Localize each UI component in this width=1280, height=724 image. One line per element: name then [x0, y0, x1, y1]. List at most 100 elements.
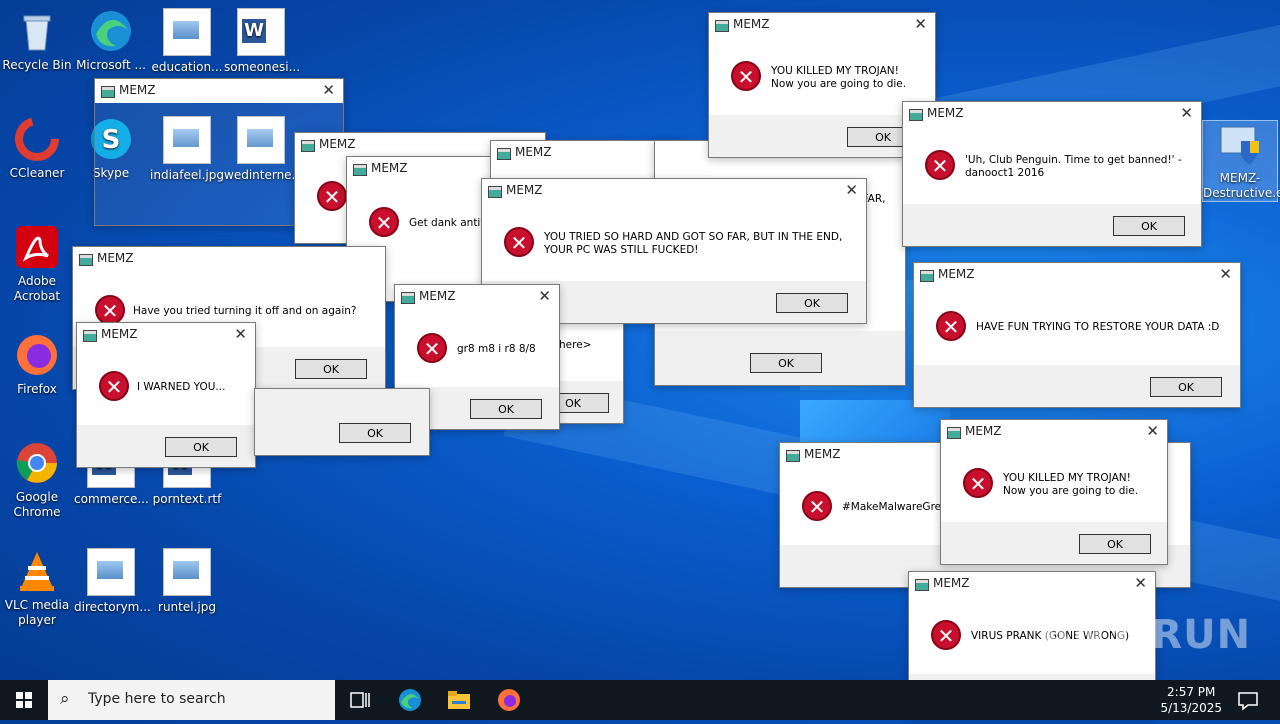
close-icon[interactable]: ✕: [1180, 104, 1193, 122]
ok-button[interactable]: OK: [1079, 534, 1151, 554]
close-icon[interactable]: ✕: [845, 181, 858, 199]
desktop-icon-label: runtel.jpg: [158, 600, 216, 614]
ok-button[interactable]: OK: [295, 359, 367, 379]
desktop-icon-someonesi[interactable]: W someonesi...: [224, 8, 301, 75]
memz-dialog[interactable]: MEMZ ✕ ✕ 'Uh, Club Penguin. Time to get …: [902, 101, 1202, 247]
close-icon[interactable]: ✕: [1146, 422, 1159, 440]
dialog-message: gr8 m8 i r8 8/8: [457, 343, 536, 355]
search-icon: ⌕: [60, 689, 70, 709]
dialog-title: MEMZ: [938, 267, 975, 281]
ok-button[interactable]: OK: [750, 353, 822, 373]
memz-dialog[interactable]: MEMZ ✕ ✕ I WARNED YOU... OK: [76, 322, 256, 468]
memz-app-icon: [497, 148, 511, 160]
ok-button[interactable]: OK: [776, 293, 848, 313]
desktop-icon-vlc[interactable]: VLC media player: [0, 548, 74, 628]
anyrun-watermark: ANY RUN: [1040, 612, 1252, 658]
edge-icon: [88, 8, 134, 54]
executable-shield-icon: [1217, 121, 1263, 167]
desktop-icon-edge[interactable]: Microsoft ...: [74, 8, 148, 73]
ok-button[interactable]: OK: [470, 399, 542, 419]
memz-app-icon: [79, 254, 93, 266]
edge-icon[interactable]: [398, 688, 422, 712]
dialog-title: MEMZ: [965, 424, 1002, 438]
close-icon[interactable]: ✕: [234, 325, 247, 343]
desktop-icon-label: Microsoft ...: [76, 58, 146, 72]
memz-app-icon: [786, 450, 800, 462]
desktop-icon-label: CCleaner: [9, 166, 65, 180]
dialog-title: MEMZ: [371, 161, 408, 175]
close-icon[interactable]: ✕: [1219, 265, 1232, 283]
memz-dialog[interactable]: MEMZ ✕ ✕ YOU KILLED MY TROJAN! Now you a…: [940, 419, 1168, 565]
ccleaner-icon: [14, 116, 60, 162]
firefox-icon[interactable]: [497, 688, 521, 712]
desktop-icon-label: education...: [151, 60, 223, 74]
desktop-icon-directorym[interactable]: directorym...: [74, 548, 151, 615]
dialog-message: I WARNED YOU...: [137, 381, 226, 393]
dialog-footer: [255, 389, 429, 455]
taskbar: ⌕ Type here to search 2:57 PM 5/13/2025: [0, 680, 1280, 720]
desktop-icon-firefox[interactable]: Firefox: [0, 332, 74, 397]
start-button[interactable]: [0, 680, 48, 720]
system-clock[interactable]: 2:57 PM 5/13/2025: [1160, 684, 1222, 716]
error-icon: ✕: [925, 150, 955, 180]
desktop-icon-education[interactable]: education...: [150, 8, 224, 75]
dialog-title: MEMZ: [733, 17, 770, 31]
dialog-message: YOU TRIED SO HARD AND GOT SO FAR, BUT IN…: [544, 231, 843, 256]
close-icon[interactable]: ✕: [538, 287, 551, 305]
search-placeholder: Type here to search: [88, 691, 226, 707]
error-icon: ✕: [99, 371, 129, 401]
clock-date: 5/13/2025: [1160, 701, 1222, 715]
memz-app-icon: [915, 579, 929, 591]
image-file-icon: [163, 8, 211, 56]
dialog-title: MEMZ: [97, 251, 134, 265]
desktop-icon-runtel[interactable]: runtel.jpg: [150, 548, 224, 615]
dialog-title: MEMZ: [101, 327, 138, 341]
desktop-icon-memz[interactable]: MEMZ-Destructive.exe: [1202, 120, 1280, 202]
ok-button[interactable]: OK: [1113, 216, 1185, 236]
error-icon: ✕: [417, 333, 447, 363]
dialog-message: YOU KILLED MY TROJAN! Now you are going …: [1003, 472, 1139, 497]
desktop-icon-label: Google Chrome: [13, 490, 61, 519]
memz-app-icon: [401, 292, 415, 304]
memz-dialog[interactable]: MEMZ ✕ ✕ HAVE FUN TRYING TO RESTORE YOUR…: [913, 262, 1241, 408]
dialog-title: MEMZ: [506, 183, 543, 197]
error-icon: ✕: [802, 491, 832, 521]
desktop-icon-label: commerce...: [74, 492, 149, 506]
dialog-message: Get dank antiv: [409, 217, 487, 229]
error-icon: ✕: [936, 311, 966, 341]
desktop-icon-chrome[interactable]: Google Chrome: [0, 440, 74, 520]
task-view-icon[interactable]: [348, 688, 372, 712]
dialog-title: MEMZ: [515, 145, 552, 159]
error-icon: ✕: [317, 181, 347, 211]
dialog-title: MEMZ: [319, 137, 356, 151]
error-icon: ✕: [963, 468, 993, 498]
dialog-title: MEMZ: [933, 576, 970, 590]
firefox-icon: [14, 332, 60, 378]
memz-app-icon: [488, 186, 502, 198]
error-icon: ✕: [95, 295, 125, 325]
chrome-icon: [14, 440, 60, 486]
error-icon: ✕: [731, 61, 761, 91]
memz-dialog[interactable]: OK: [254, 388, 430, 456]
notification-icon[interactable]: [1236, 689, 1260, 713]
image-file-icon: [87, 548, 135, 596]
ok-button[interactable]: OK: [1150, 377, 1222, 397]
desktop-icon-acrobat[interactable]: Adobe Acrobat: [0, 224, 74, 304]
ok-button[interactable]: OK: [165, 437, 237, 457]
taskbar-search-box[interactable]: ⌕ Type here to search: [48, 680, 335, 720]
error-icon: ✕: [504, 227, 534, 257]
memz-app-icon: [909, 109, 923, 121]
error-icon: ✕: [369, 207, 399, 237]
memz-app-icon: [947, 427, 961, 439]
desktop-icon-ccleaner[interactable]: CCleaner: [0, 116, 74, 181]
close-icon[interactable]: ✕: [914, 15, 927, 33]
close-icon[interactable]: ✕: [322, 81, 335, 99]
memz-app-icon: [83, 330, 97, 342]
desktop-icon-recycle-bin[interactable]: Recycle Bin: [0, 8, 74, 73]
desktop-icon-label: someonesi...: [224, 60, 301, 74]
memz-app-icon: [101, 86, 115, 98]
close-icon[interactable]: ✕: [1134, 574, 1147, 592]
clock-time: 2:57 PM: [1167, 685, 1216, 699]
ok-button[interactable]: OK: [339, 423, 411, 443]
file-explorer-icon[interactable]: [447, 688, 471, 712]
